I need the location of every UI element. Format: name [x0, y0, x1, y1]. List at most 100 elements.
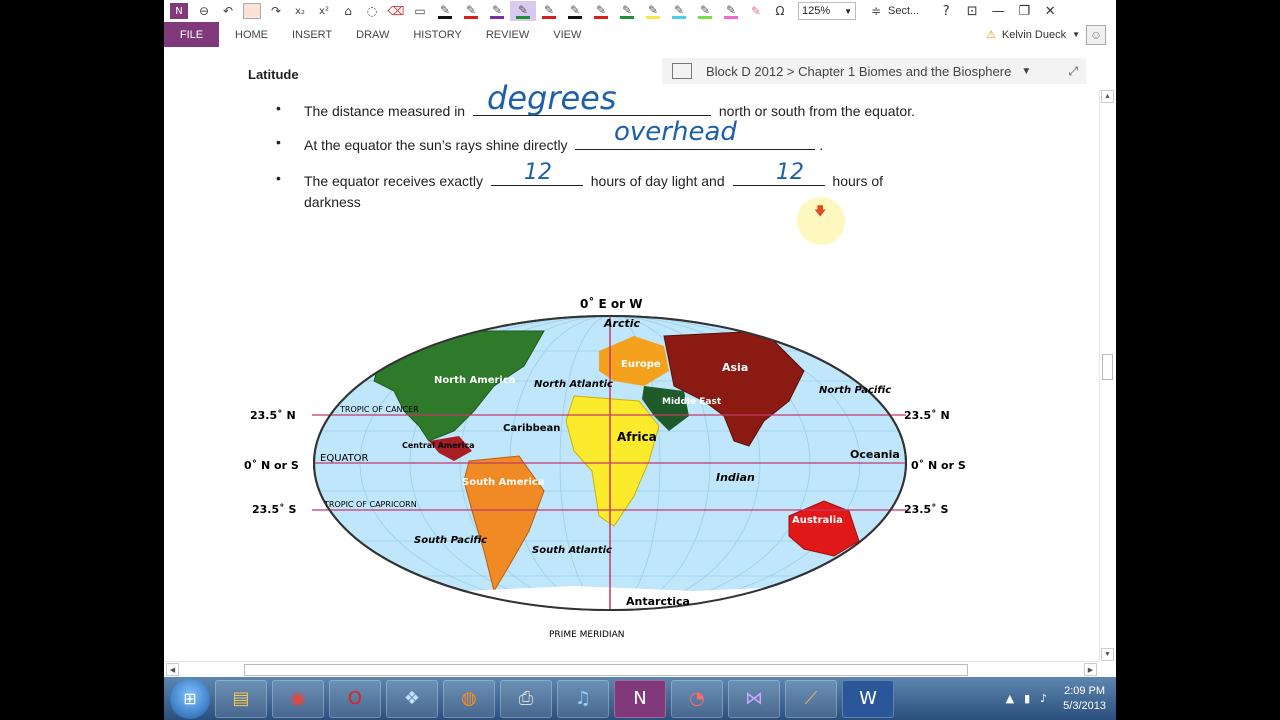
taskbar-drawing-icon[interactable]: ⟋ — [785, 679, 837, 718]
redo-icon[interactable]: ↷ — [264, 1, 288, 21]
breadcrumb-text: Block D 2012 > Chapter 1 Biomes and the … — [706, 63, 1012, 79]
insert-space-icon[interactable]: ⌂ — [336, 1, 360, 21]
volume-icon[interactable]: ♪ — [1040, 692, 1047, 705]
breadcrumb[interactable]: Block D 2012 > Chapter 1 Biomes and the … — [662, 58, 1086, 84]
bullet-2: • — [276, 134, 281, 150]
taskbar-opera-icon[interactable]: O — [329, 679, 381, 718]
taskbar-chrome-icon[interactable]: ◉ — [272, 679, 324, 718]
pen-2-icon[interactable]: ✎ — [458, 1, 484, 21]
taskbar-onenote-icon[interactable]: N — [614, 679, 666, 718]
page-canvas[interactable]: Block D 2012 > Chapter 1 Biomes and the … — [164, 47, 1086, 661]
pen-8-icon[interactable]: ✎ — [614, 1, 640, 21]
lasso-select-icon[interactable]: ◌ — [360, 1, 384, 21]
tab-review[interactable]: REVIEW — [486, 29, 529, 41]
taskbar-word-icon[interactable]: W — [842, 679, 894, 718]
minimize-icon[interactable]: — — [985, 1, 1011, 21]
world-map-image[interactable]: 0˚ E or W Arctic North America North Atl… — [244, 291, 984, 643]
page-title[interactable]: Latitude — [248, 67, 299, 82]
tab-insert[interactable]: INSERT — [292, 29, 332, 41]
warning-icon: ⚠ — [986, 29, 996, 41]
scroll-thumb[interactable] — [1102, 354, 1113, 380]
pen-10-icon[interactable]: ✎ — [666, 1, 692, 21]
taskbar-explorer-icon[interactable]: ▤ — [215, 679, 267, 718]
pen-color-swatch — [698, 15, 712, 19]
pen-1-icon[interactable]: ✎ — [432, 1, 458, 21]
pen-3-icon[interactable]: ✎ — [484, 1, 510, 21]
clock[interactable]: 2:09 PM 5/3/2013 — [1063, 684, 1106, 714]
taskbar-dropbox-icon[interactable]: ❖ — [386, 679, 438, 718]
section-icon[interactable]: ≑ — [864, 1, 888, 21]
label-tropic-cancer: TROPIC OF CANCER — [339, 405, 419, 414]
label-south-america: South America — [462, 477, 545, 488]
pen-color-swatch — [594, 15, 608, 19]
handwriting-12-day[interactable]: 12 — [524, 160, 552, 185]
taskbar-tool-icon[interactable]: ◔ — [671, 679, 723, 718]
subscript-icon[interactable]: x₂ — [288, 1, 312, 21]
pen-tip-icon: ✎ — [517, 2, 529, 17]
pen-color-swatch — [568, 15, 582, 19]
tab-file[interactable]: FILE — [164, 22, 219, 47]
handwriting-degrees[interactable]: degrees — [487, 79, 617, 117]
section-button[interactable]: Sect... — [888, 5, 919, 17]
zoom-select[interactable]: 125% ▼ — [798, 2, 856, 20]
note-line-3-before: The equator receives exactly — [304, 173, 483, 189]
taskbar-visual-studio-icon[interactable]: ⋈ — [728, 679, 780, 718]
scroll-left-icon[interactable]: ◀ — [166, 663, 179, 676]
start-button[interactable]: ⊞ — [170, 678, 210, 719]
undo-icon[interactable]: ↶ — [216, 1, 240, 21]
note-line-2[interactable]: At the equator the sun’s rays shine dire… — [304, 136, 823, 153]
tab-draw[interactable]: DRAW — [356, 29, 389, 41]
expand-icon[interactable]: ⤢ — [1068, 64, 1078, 79]
taskbar-firefox-icon[interactable]: ◍ — [443, 679, 495, 718]
label-arctic: Arctic — [603, 317, 640, 330]
label-prime-meridian: PRIME MERIDIAN — [549, 630, 624, 640]
taskbar-itunes-icon[interactable]: ♫ — [557, 679, 609, 718]
label-north-atlantic: North Atlantic — [534, 379, 613, 390]
scroll-right-icon[interactable]: ▶ — [1084, 663, 1097, 676]
note-line-3-wrap[interactable]: darkness — [304, 194, 361, 210]
tray-expand-icon[interactable]: ▲ — [1006, 692, 1014, 705]
onenote-window: N ⊖ ↶ ↷ x₂ x² ⌂ ◌ ⌫ ▭ ✎ ✎ ✎ ✎ ✎ ✎ ✎ ✎ ✎ ✎ ✎ ✎ ✎ Ω 1… — [164, 0, 1116, 720]
restore-icon[interactable]: ❐ — [1011, 1, 1037, 21]
scroll-up-icon[interactable]: ▲ — [1101, 90, 1114, 103]
label-equator: EQUATOR — [320, 453, 369, 464]
tab-home[interactable]: HOME — [235, 29, 268, 41]
pen-5-icon[interactable]: ✎ — [536, 1, 562, 21]
close-icon[interactable]: ✕ — [1037, 1, 1063, 21]
label-tropic-capricorn: TROPIC OF CAPRICORN — [323, 500, 417, 509]
label-lat-235s-left: 23.5˚ S — [252, 503, 296, 516]
onenote-app-icon[interactable]: N — [170, 3, 188, 19]
scroll-down-icon[interactable]: ▼ — [1101, 648, 1114, 661]
shapes-icon[interactable]: ▭ — [408, 1, 432, 21]
chevron-down-icon[interactable]: ▼ — [1021, 66, 1031, 77]
taskbar-printer-icon[interactable]: ⎙ — [500, 679, 552, 718]
network-icon[interactable]: ▮ — [1024, 692, 1030, 705]
eraser-tool-icon[interactable]: ✎ — [744, 1, 768, 21]
help-button[interactable]: ? — [933, 1, 959, 21]
pen-6-icon[interactable]: ✎ — [562, 1, 588, 21]
superscript-icon[interactable]: x² — [312, 1, 336, 21]
scroll-thumb-horizontal[interactable] — [244, 664, 968, 676]
full-page-view-icon[interactable]: ⊡ — [959, 1, 985, 21]
tab-history[interactable]: HISTORY — [413, 29, 462, 41]
vertical-scrollbar[interactable]: ▲ ▼ — [1099, 90, 1114, 661]
pen-9-icon[interactable]: ✎ — [640, 1, 666, 21]
bullet-1: • — [276, 100, 281, 116]
eraser-icon[interactable]: ⌫ — [384, 1, 408, 21]
pen-color-swatch — [490, 15, 504, 19]
user-account[interactable]: ⚠ Kelvin Dueck ▼ ☺ — [986, 22, 1106, 47]
back-icon[interactable]: ⊖ — [192, 1, 216, 21]
tab-view[interactable]: VIEW — [553, 29, 581, 41]
handwriting-overhead[interactable]: overhead — [614, 117, 737, 147]
handwriting-12-dark[interactable]: 12 — [776, 160, 804, 185]
pen-4-icon[interactable]: ✎ — [510, 1, 536, 21]
omega-symbol-icon[interactable]: Ω — [768, 1, 792, 21]
pen-tip-icon: ✎ — [595, 2, 607, 17]
notebook-icon — [672, 63, 692, 79]
pen-7-icon[interactable]: ✎ — [588, 1, 614, 21]
dock-to-desktop-icon[interactable] — [243, 3, 261, 19]
pen-11-icon[interactable]: ✎ — [692, 1, 718, 21]
pen-color-swatch — [516, 15, 530, 19]
horizontal-scrollbar[interactable]: ◀ ▶ — [164, 661, 1099, 677]
pen-12-icon[interactable]: ✎ — [718, 1, 744, 21]
